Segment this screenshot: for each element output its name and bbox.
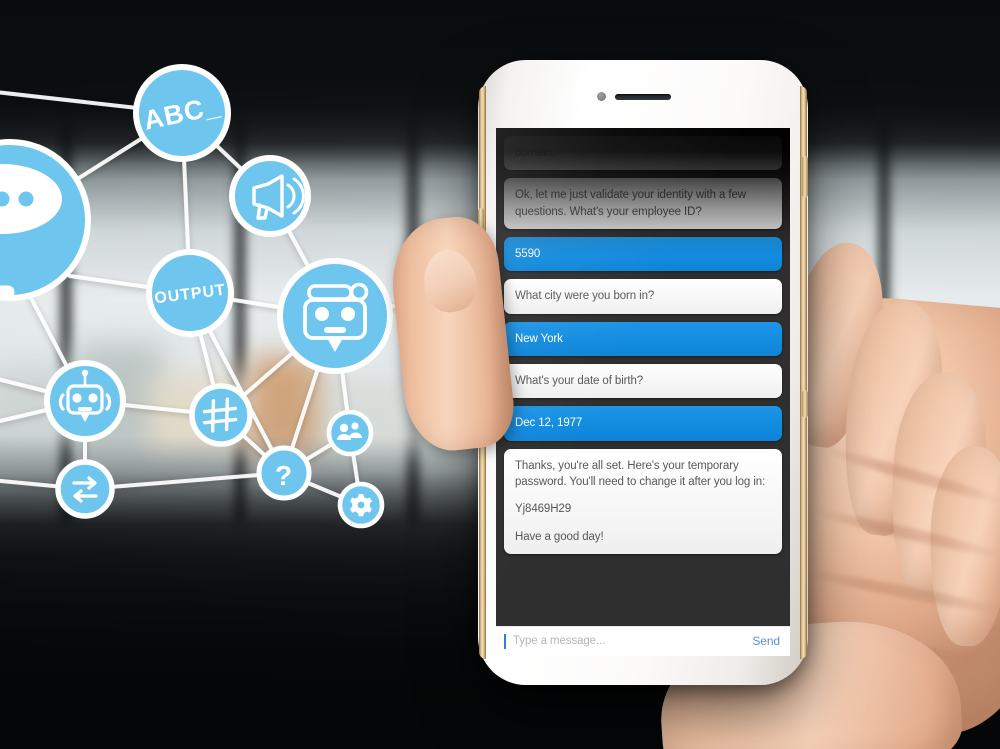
chat-bubble-bot: What's your date of birth? — [504, 363, 782, 399]
send-button[interactable]: Send — [752, 634, 780, 648]
chat-bubble-bot: Thanks, you're all set. Here's your temp… — [504, 448, 782, 554]
chat-bubble-text: Thanks, you're all set. Here's your temp… — [515, 459, 766, 488]
power-button[interactable] — [802, 156, 808, 198]
chat-bubble-text: Yj8469H29 — [515, 503, 572, 516]
chat-bubble-text: Dec 12, 1977 — [515, 417, 583, 430]
message-composer[interactable]: Type a message... Send — [496, 626, 790, 656]
chat-bubble-user: New York — [504, 321, 782, 356]
smartphone: domain. Ok, let me just validate your ide… — [478, 60, 808, 685]
chat-bubble-text: Ok, let me just validate your identity w… — [515, 189, 746, 218]
text-caret — [504, 633, 506, 649]
chat-bubble-text: New York — [515, 332, 563, 345]
chat-bubble-user: Dec 12, 1977 — [504, 406, 782, 441]
message-input[interactable]: Type a message... — [513, 635, 752, 647]
phone-screen: domain. Ok, let me just validate your ide… — [496, 128, 790, 626]
chat-bubble-text: 5590 — [515, 247, 541, 260]
chat-bubble-bot: What city were you born in? — [504, 279, 782, 314]
chat-bubble-user: 5590 — [504, 236, 782, 272]
chat-bubble-bot: domain. — [504, 136, 782, 171]
sim-tray — [802, 390, 808, 418]
chat-bubble-text: What's your date of birth? — [515, 374, 644, 387]
front-camera — [597, 92, 606, 101]
scene-root: ABC_ OUTPUT ? domain. Ok, let me just va… — [0, 0, 1000, 749]
chat-message-list[interactable]: domain. Ok, let me just validate your ide… — [496, 128, 790, 626]
chat-bubble-text: What city were you born in? — [515, 290, 655, 303]
earpiece-speaker — [615, 94, 671, 100]
chat-bubble-text: domain. — [515, 147, 556, 159]
chat-bubble-text: Have a good day! — [515, 530, 604, 543]
chat-bubble-bot: Ok, let me just validate your identity w… — [504, 178, 782, 229]
